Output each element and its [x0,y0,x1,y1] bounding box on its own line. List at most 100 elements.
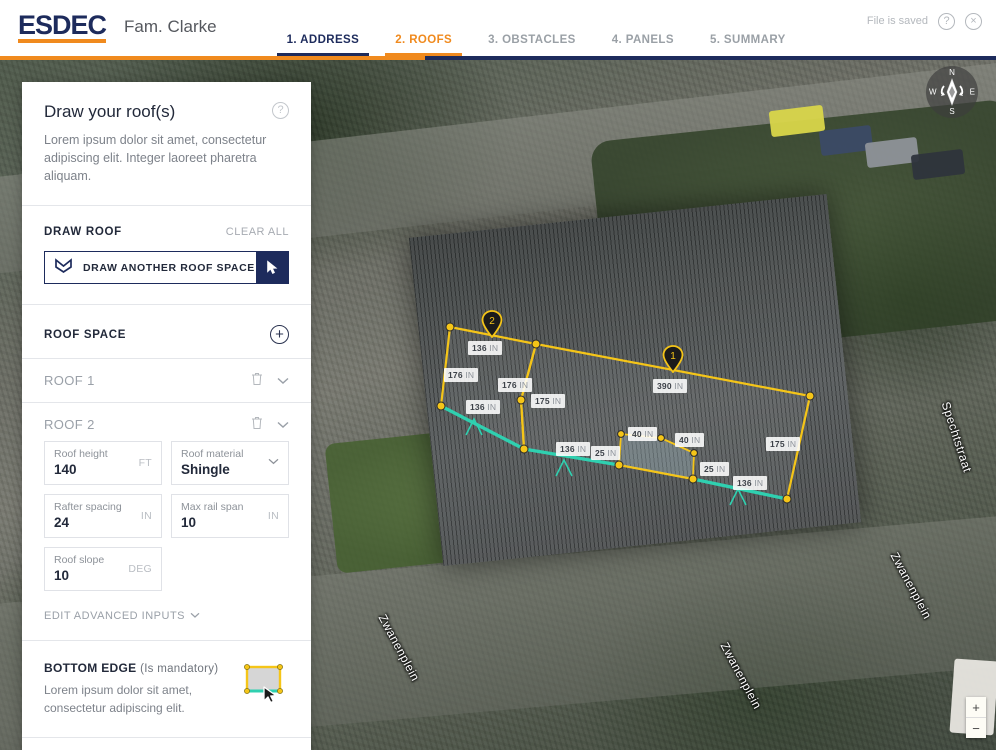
measurement-unit: IN [644,429,653,439]
roof-pin-1[interactable]: 1 [662,345,684,373]
delete-icon[interactable] [251,416,263,433]
roof-2-label: ROOF 2 [44,417,251,432]
measurement-value: 176 [502,380,517,390]
field-row: Roof slope 10 DEG [44,547,289,591]
measurement-unit: IN [552,396,561,406]
roof-height-label: Roof height [54,448,152,460]
panel-intro-section: Draw your roof(s) ? Lorem ipsum dolor si… [22,82,311,205]
roof-material-value: Shingle [181,462,279,477]
max-rail-span-unit: IN [268,510,279,522]
chevron-down-icon[interactable] [277,417,289,432]
measurement-unit: IN [519,380,528,390]
measurement-value: 175 [770,439,785,449]
roof-height-field[interactable]: Roof height 140 FT [44,441,162,485]
compass-control[interactable]: N S W E [926,66,978,118]
logo-text: ESDEC [18,13,106,44]
header-progress-bar [0,56,996,60]
bottom-edge-text: BOTTOM EDGE (Is mandatory) Lorem ipsum d… [44,661,231,717]
cursor-icon[interactable] [256,252,288,283]
draw-button-label: DRAW ANOTHER ROOF SPACE [83,262,255,274]
help-icon[interactable]: ? [938,13,955,30]
roof-height-unit: FT [139,457,152,469]
tab-roofs[interactable]: 2. ROOFS [377,34,470,56]
application-root: Zwanenplein Zwanenplein Spechtstraat Zwa… [0,0,996,750]
roof-space-section: ROOF SPACE + [22,305,311,358]
roof-drawing-panel: Draw your roof(s) ? Lorem ipsum dolor si… [22,82,311,750]
compass-east-label: E [970,88,975,97]
bottom-edge-subtitle: (Is mandatory) [140,663,218,675]
map-zoom-controls[interactable]: + − [966,697,986,738]
tab-obstacles[interactable]: 3. OBSTACLES [470,34,594,56]
chevron-down-icon[interactable] [268,453,279,468]
delete-icon[interactable] [251,372,263,389]
edit-advanced-inputs-link[interactable]: EDIT ADVANCED INPUTS [22,604,311,640]
tab-summary[interactable]: 5. SUMMARY [692,34,804,56]
rafter-spacing-field[interactable]: Rafter spacing 24 IN [44,494,162,538]
tab-address[interactable]: 1. ADDRESS [269,34,378,56]
measurement-label: 136 IN [466,400,500,414]
draw-roof-section: DRAW ROOF CLEAR ALL DRAW ANOTHER ROOF SP… [22,206,311,304]
clear-all-button[interactable]: CLEAR ALL [226,226,289,238]
roof-material-select[interactable]: Roof material Shingle [171,441,289,485]
chevron-down-icon [190,610,200,622]
measurement-value: 136 [737,478,752,488]
measurement-unit: IN [716,464,725,474]
measurement-label: 176 IN [498,378,532,392]
roof-pin-2[interactable]: 2 [481,310,503,338]
max-rail-span-value: 10 [181,515,279,530]
pin-number: 1 [670,351,676,362]
compass-south-label: S [949,107,954,116]
max-rail-span-label: Max rail span [181,501,279,513]
roof-space-label: ROOF SPACE [44,329,126,341]
roof-space-row-2[interactable]: ROOF 2 [22,403,311,441]
rafter-spacing-value: 24 [54,515,152,530]
measurement-unit: IN [674,381,683,391]
save-status-text: File is saved [867,15,928,27]
close-icon[interactable]: × [965,13,982,30]
rafter-spacing-unit: IN [141,510,152,522]
measurement-unit: IN [465,370,474,380]
measurement-unit: IN [691,435,700,445]
compass-needle-icon [935,75,969,109]
tab-panels[interactable]: 4. PANELS [594,34,692,56]
page-title: Draw your roof(s) [44,102,175,122]
bottom-edge-section: BOTTOM EDGE (Is mandatory) Lorem ipsum d… [22,641,311,737]
measurement-value: 25 [595,448,605,458]
measurement-label: 176 IN [444,368,478,382]
panel-description: Lorem ipsum dolor sit amet, consectetur … [44,131,289,185]
measurement-unit: IN [754,478,763,488]
rafter-spacing-label: Rafter spacing [54,501,152,513]
max-rail-span-field[interactable]: Max rail span 10 IN [171,494,289,538]
measurement-unit: IN [577,444,586,454]
draw-button-body[interactable]: DRAW ANOTHER ROOF SPACE [45,252,256,283]
pin-number: 2 [489,316,495,327]
zoom-out-button[interactable]: − [966,718,986,738]
measurement-label: 25 IN [700,462,729,476]
roof-slope-field[interactable]: Roof slope 10 DEG [44,547,162,591]
field-spacer [171,547,289,591]
add-roof-space-icon[interactable]: + [270,325,289,344]
brand-logo[interactable]: ESDEC [0,13,106,44]
roof-2-fields: Roof height 140 FT Roof material Shingle [22,441,311,604]
chevron-down-icon[interactable] [277,373,289,388]
compass-north-label: N [949,68,955,77]
zoom-in-button[interactable]: + [966,697,986,717]
draw-roof-label: DRAW ROOF [44,226,122,238]
advanced-inputs-label: EDIT ADVANCED INPUTS [44,610,185,622]
measurement-value: 136 [560,444,575,454]
roof-shape-icon [54,258,73,277]
field-row: Rafter spacing 24 IN Max rail span 10 IN [44,494,289,538]
compass-west-label: W [929,88,937,97]
measurement-label: 136 IN [733,476,767,490]
header-progress-fill [0,56,425,60]
roof-space-row-1[interactable]: ROOF 1 [22,359,311,402]
measurement-value: 390 [657,381,672,391]
measurement-label: 136 IN [468,341,502,355]
bottom-edge-title: BOTTOM EDGE (Is mandatory) [44,661,231,675]
draw-another-roof-space-button[interactable]: DRAW ANOTHER ROOF SPACE [44,251,289,284]
roof-slope-unit: DEG [128,563,152,575]
roof-1-label: ROOF 1 [44,373,251,388]
measurement-value: 175 [535,396,550,406]
measurement-label: 390 IN [653,379,687,393]
panel-help-icon[interactable]: ? [272,102,289,119]
